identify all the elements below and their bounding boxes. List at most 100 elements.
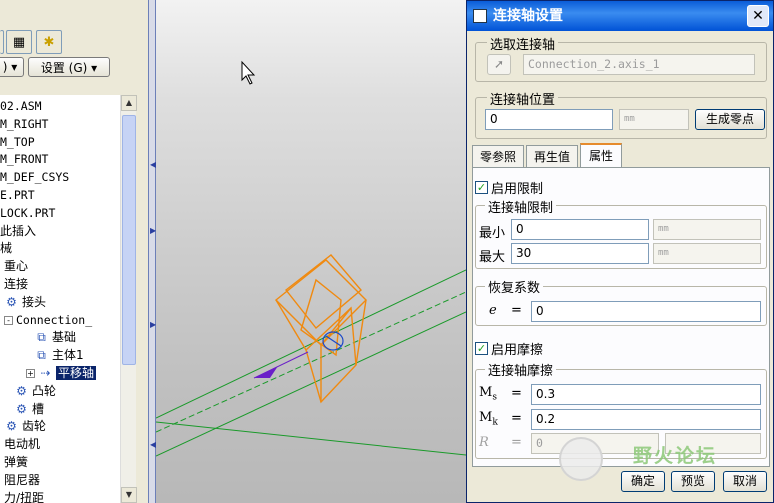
tree-item[interactable]: E.PRT [0,186,35,204]
layer-icon[interactable]: ▦ [6,30,32,54]
min-limit-input[interactable]: 0 [511,219,649,240]
position-unit: mm [619,109,689,130]
tree-node-icon: ⧉ [37,348,46,363]
tree-item-label: 力/扭距 [4,490,45,503]
tree-item[interactable]: M_RIGHT [0,115,48,133]
tree-item[interactable]: ⚙ 接头 [4,293,46,311]
tree-item[interactable]: - Connection_ [4,311,92,329]
generate-zero-button[interactable]: 生成零点 [695,109,765,130]
static-friction-input[interactable]: 0.3 [531,384,761,405]
radius-symbol: R [479,435,489,450]
cancel-button[interactable]: 取消 [723,471,767,492]
tree-item-label: LOCK.PRT [0,205,56,220]
restitution-equals: = [511,303,522,318]
scroll-thumb[interactable] [122,115,136,365]
tree-node-icon: ⚙ [6,419,17,434]
tab-properties[interactable]: 属性 [580,143,622,168]
enable-limits-label: 启用限制 [491,182,544,197]
axis-line [156,269,466,419]
star-folder-icon[interactable]: ✱ [36,30,62,54]
axis-position-input[interactable]: 0 [485,109,613,130]
scroll-down-arrow[interactable]: ▼ [121,487,137,503]
ok-button[interactable]: 确定 [621,471,665,492]
joint-axis-settings-dialog: 连接轴设置 ✕ 选取连接轴 ➚ Connection_2.axis_1 连接轴位… [466,0,774,503]
expand-toggle-icon[interactable]: - [4,315,13,325]
select-axis-group-title: 选取连接轴 [487,34,559,53]
translation-arrow-icon [253,351,309,379]
tree-item[interactable]: LOCK.PRT [0,204,55,222]
tree-item[interactable]: ⧉ 主体1 [34,346,84,364]
tree-item[interactable]: 连接 [4,275,28,293]
tree-item[interactable]: M_FRONT [0,150,48,168]
tree-item-label: M_TOP [0,134,35,149]
tree-item[interactable]: 02.ASM [0,97,42,115]
preview-button[interactable]: 预览 [671,471,715,492]
tree-item[interactable]: 械 [0,239,12,257]
tree-item[interactable]: M_DEF_CSYS [0,168,69,186]
tree-item-label: 弹簧 [4,455,29,469]
restitution-input[interactable]: 0 [531,301,761,322]
kinetic-friction-input[interactable]: 0.2 [531,409,761,430]
max-limit-input[interactable]: 30 [511,243,649,264]
close-button[interactable]: ✕ [747,5,769,27]
tree-item[interactable]: 力/扭距 [4,489,44,503]
tree-item-label: 槽 [32,401,45,416]
dialog-titlebar[interactable]: 连接轴设置 ✕ [467,1,773,31]
tree-item-label: 主体1 [52,348,84,363]
tree-item-label: 基础 [52,330,77,345]
tree-item[interactable]: 弹簧 [4,453,28,471]
toolbar-button-partial[interactable] [0,30,4,54]
max-unit: mm [653,243,761,264]
tree-item-label: 凸轮 [32,383,57,398]
tree-item[interactable]: 阻尼器 [4,471,40,489]
watermark-logo [559,437,603,481]
tab-regen-value[interactable]: 再生值 [526,145,578,167]
kinetic-friction-symbol: Mk [479,410,498,428]
tree-item-label: 连接 [4,277,29,291]
center-axis-line [156,291,466,433]
watermark-text: 野火论坛 [633,445,718,467]
enable-limits-checkbox[interactable]: ✓ [475,181,488,194]
pick-arrow-button[interactable]: ➚ [487,54,511,75]
static-friction-equals: = [511,386,522,401]
tree-item[interactable]: M_TOP [0,133,35,151]
tree-item[interactable]: 电动机 [4,435,40,453]
tree-item-label: M_RIGHT [0,116,49,131]
tree-item-label: 02.ASM [0,99,42,113]
tree-item[interactable]: ⧉ 基础 [34,328,76,346]
tree-item-label: 齿轮 [22,419,47,434]
tree-item[interactable]: 此插入 [0,222,36,240]
scroll-up-arrow[interactable]: ▲ [121,95,137,111]
joint-marker-icon [322,331,344,351]
show-dropdown[interactable]: ) ▾ [0,57,24,77]
tab-zero-reference[interactable]: 零参照 [472,145,524,167]
axis-friction-group-title: 连接轴摩擦 [485,360,557,379]
tree-item[interactable]: + ⇢ 平移轴 [26,364,97,382]
tree-item[interactable]: ⚙ 齿轮 [4,417,46,435]
settings-dropdown[interactable]: 设置 (G) ▾ [28,57,110,77]
tree-item-label: M_FRONT [0,152,49,167]
graphics-viewport[interactable] [156,0,466,503]
panel-splitter[interactable]: ◀ ▶ ▶ ◀ [148,0,156,503]
tree-item-label: 接头 [22,294,47,309]
axis-limits-group-title: 连接轴限制 [485,197,557,216]
tree-item[interactable]: ⚙ 槽 [14,400,44,418]
model-tree[interactable]: 02.ASM M_RIGHT M_TOP M_FRONT M_DEF_CSYS E.PRT… [0,95,122,503]
min-label: 最小 [479,226,506,241]
tree-node-icon: ⚙ [16,401,27,416]
restitution-group-title: 恢复系数 [485,277,544,296]
tree-item[interactable]: ⚙ 凸轮 [14,382,56,400]
tree-item-label: 重心 [4,259,29,274]
tree-node-icon: ⇢ [40,366,51,380]
tree-item[interactable]: 重心 [4,257,28,275]
enable-friction-label: 启用摩擦 [491,343,544,358]
axis-name-field: Connection_2.axis_1 [523,54,755,75]
static-friction-symbol: Ms [479,385,497,403]
enable-friction-checkbox[interactable]: ✓ [475,342,488,355]
tree-item-label: 阻尼器 [4,472,41,487]
tree-node-icon: ⚙ [16,383,27,398]
tree-scrollbar[interactable]: ▲ ▼ [120,95,137,503]
tree-item-label: E.PRT [0,188,35,202]
tree-node-icon: ⚙ [6,294,17,309]
expand-toggle-icon[interactable]: + [26,369,35,378]
